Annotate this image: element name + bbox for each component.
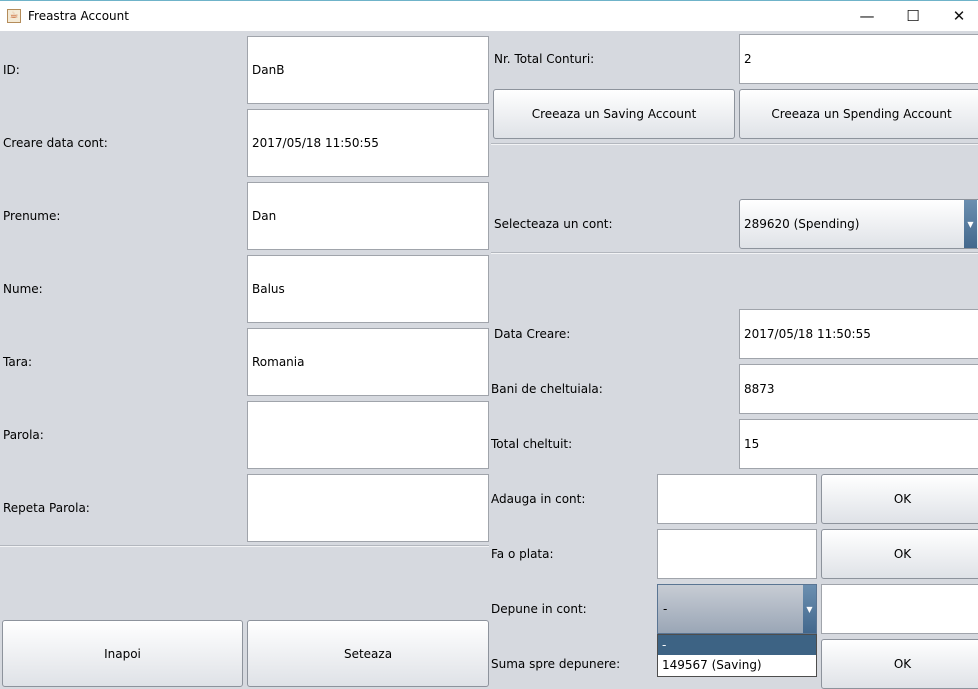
minimize-button[interactable]: —	[844, 1, 890, 31]
pay-ok-button[interactable]: OK	[821, 529, 978, 579]
spending-money-label: Bani de cheltuiala:	[491, 382, 603, 396]
add-to-account-field[interactable]	[657, 474, 817, 524]
add-to-account-label: Adauga in cont:	[491, 492, 586, 506]
first-name-label: Prenume:	[3, 209, 61, 223]
first-name-field[interactable]: Dan	[247, 182, 489, 250]
total-spent-label: Total cheltuit:	[491, 437, 573, 451]
title-bar: ☕ Freastra Account — ☐ ✕	[0, 0, 978, 31]
total-accounts-field[interactable]: 2	[739, 34, 978, 84]
country-field[interactable]: Romania	[247, 328, 489, 396]
set-button[interactable]: Seteaza	[247, 620, 489, 687]
total-accounts-label: Nr. Total Conturi:	[494, 52, 595, 66]
last-name-field[interactable]: Balus	[247, 255, 489, 323]
select-account-value: 289620 (Spending)	[744, 217, 860, 231]
deposit-label: Depune in cont:	[491, 602, 587, 616]
make-payment-label: Fa o plata:	[491, 547, 554, 561]
select-account-combo[interactable]: 289620 (Spending) ▼	[739, 199, 978, 249]
id-field[interactable]: DanB	[247, 36, 489, 104]
select-account-label: Selecteaza un cont:	[494, 217, 613, 231]
make-payment-field[interactable]	[657, 529, 817, 579]
created-date-field[interactable]: 2017/05/18 11:50:55	[739, 309, 978, 359]
dropdown-option[interactable]: -	[658, 635, 816, 655]
create-saving-button[interactable]: Creeaza un Saving Account	[493, 89, 735, 139]
back-button[interactable]: Inapoi	[2, 620, 243, 687]
deposit-ok-button[interactable]: OK	[821, 639, 978, 689]
close-button[interactable]: ✕	[936, 1, 978, 31]
country-label: Tara:	[3, 355, 33, 369]
deposit-account-combo[interactable]: - ▼	[657, 584, 817, 634]
add-ok-button[interactable]: OK	[821, 474, 978, 524]
window-title: Freastra Account	[28, 9, 129, 23]
created-date-label: Data Creare:	[494, 327, 571, 341]
deposit-dropdown-list: - 149567 (Saving)	[657, 634, 817, 677]
chevron-down-icon[interactable]: ▼	[964, 200, 977, 248]
repeat-password-field[interactable]	[247, 474, 489, 542]
password-label: Parola:	[3, 428, 44, 442]
right-separator-top	[491, 143, 978, 145]
create-spending-button[interactable]: Creeaza un Spending Account	[739, 89, 978, 139]
java-cup-icon: ☕	[7, 9, 21, 23]
repeat-password-label: Repeta Parola:	[3, 501, 90, 515]
chevron-down-icon[interactable]: ▼	[803, 585, 816, 633]
dropdown-option[interactable]: 149567 (Saving)	[658, 655, 816, 675]
id-label: ID:	[3, 63, 20, 77]
right-separator-mid	[491, 252, 978, 254]
spending-money-field[interactable]: 8873	[739, 364, 978, 414]
creation-date-field[interactable]: 2017/05/18 11:50:55	[247, 109, 489, 177]
maximize-button[interactable]: ☐	[890, 1, 936, 31]
deposit-account-value: -	[663, 602, 668, 616]
left-separator	[0, 545, 489, 547]
total-spent-field[interactable]: 15	[739, 419, 978, 469]
deposit-extra-field[interactable]	[821, 584, 978, 634]
deposit-sum-label: Suma spre depunere:	[491, 657, 621, 671]
password-field[interactable]	[247, 401, 489, 469]
creation-date-label: Creare data cont:	[3, 136, 108, 150]
last-name-label: Nume:	[3, 282, 43, 296]
